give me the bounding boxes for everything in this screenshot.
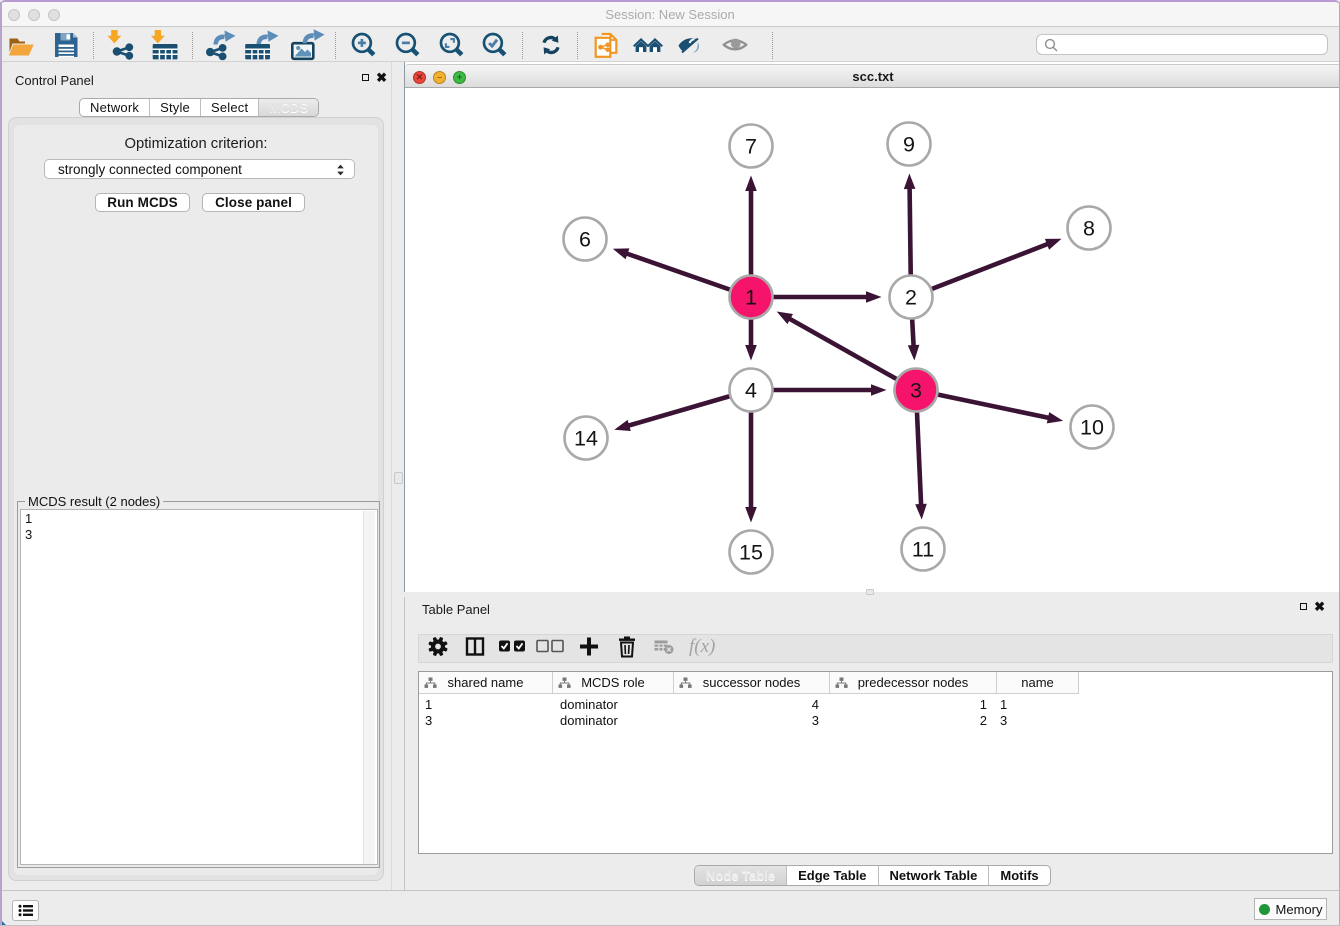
- svg-text:4: 4: [745, 379, 757, 403]
- svg-text:7: 7: [745, 135, 757, 159]
- svg-text:11: 11: [912, 538, 934, 562]
- svg-text:6: 6: [579, 228, 591, 252]
- svg-text:10: 10: [1080, 416, 1104, 440]
- svg-text:14: 14: [574, 427, 598, 451]
- svg-text:1: 1: [745, 286, 757, 310]
- svg-text:15: 15: [739, 541, 763, 565]
- svg-text:9: 9: [903, 133, 915, 157]
- svg-text:8: 8: [1083, 217, 1095, 241]
- svg-text:2: 2: [905, 286, 917, 310]
- svg-text:3: 3: [910, 379, 922, 403]
